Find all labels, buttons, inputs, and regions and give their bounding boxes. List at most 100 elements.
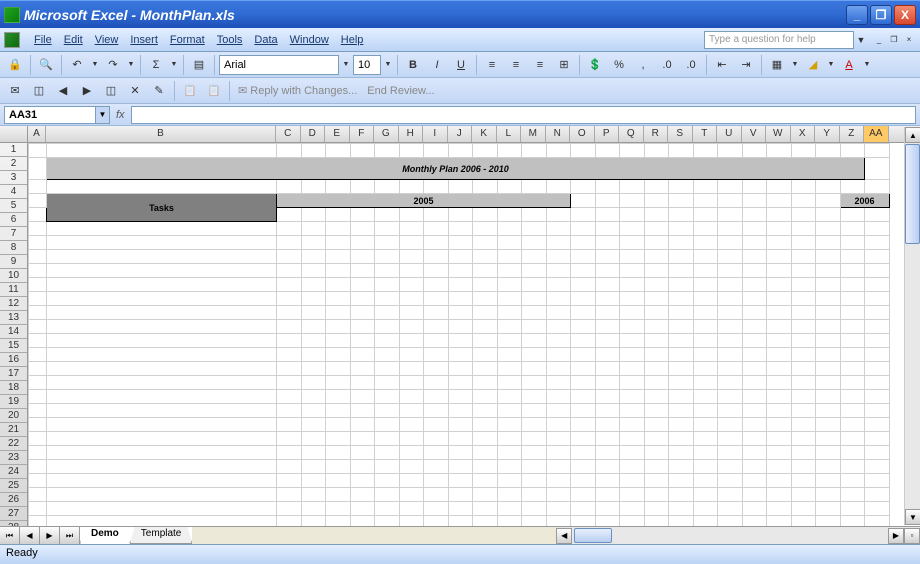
column-header-Z[interactable]: Z (840, 126, 865, 142)
vertical-scrollbar[interactable]: ▲ ▼ (904, 127, 920, 525)
row-header-13[interactable]: 13 (0, 311, 27, 325)
spreadsheet-grid[interactable]: ABCDEFGHIJKLMNOPQRSTUVWXYZAA 12345678910… (0, 126, 920, 526)
column-header-S[interactable]: S (668, 126, 693, 142)
column-header-X[interactable]: X (791, 126, 816, 142)
scroll-up-icon[interactable]: ▲ (905, 127, 920, 143)
undo-dropdown[interactable]: ▼ (90, 61, 100, 68)
row-header-17[interactable]: 17 (0, 367, 27, 381)
column-header-Q[interactable]: Q (619, 126, 644, 142)
namebox-dropdown[interactable]: ▼ (96, 106, 110, 124)
reply-changes-link[interactable]: ✉ Reply with Changes... (234, 84, 361, 97)
menu-help[interactable]: Help (335, 32, 370, 48)
row-header-20[interactable]: 20 (0, 409, 27, 423)
redo-dropdown[interactable]: ▼ (126, 61, 136, 68)
column-header-M[interactable]: M (521, 126, 546, 142)
column-header-C[interactable]: C (276, 126, 301, 142)
row-header-18[interactable]: 18 (0, 381, 27, 395)
font-color-icon[interactable]: A (838, 54, 860, 76)
column-header-V[interactable]: V (742, 126, 767, 142)
row-header-11[interactable]: 11 (0, 283, 27, 297)
next-sheet-icon[interactable]: ▶ (40, 527, 60, 544)
font-name-select[interactable]: Arial (219, 55, 339, 75)
increase-decimal-icon[interactable]: .0 (656, 54, 678, 76)
fill-dropdown[interactable]: ▼ (826, 61, 836, 68)
autosum-dropdown[interactable]: ▼ (169, 61, 179, 68)
workbook-minimize[interactable]: _ (872, 34, 886, 46)
decrease-indent-icon[interactable]: ⇤ (711, 54, 733, 76)
ink-icon[interactable]: ✎ (148, 80, 170, 102)
row-header-8[interactable]: 8 (0, 241, 27, 255)
column-header-P[interactable]: P (595, 126, 620, 142)
font-size-dropdown[interactable]: ▼ (383, 61, 393, 68)
column-header-B[interactable]: B (46, 126, 276, 142)
sheet-tab-template[interactable]: Template (130, 527, 193, 544)
close-button[interactable]: X (894, 5, 916, 25)
row-header-9[interactable]: 9 (0, 255, 27, 269)
maximize-button[interactable]: ❐ (870, 5, 892, 25)
vscroll-thumb[interactable] (905, 144, 920, 244)
borders-icon[interactable]: ▦ (766, 54, 788, 76)
row-header-19[interactable]: 19 (0, 395, 27, 409)
menu-tools[interactable]: Tools (211, 32, 249, 48)
column-header-W[interactable]: W (766, 126, 791, 142)
row-header-15[interactable]: 15 (0, 339, 27, 353)
increase-indent-icon[interactable]: ⇥ (735, 54, 757, 76)
menu-view[interactable]: View (89, 32, 125, 48)
percent-icon[interactable]: % (608, 54, 630, 76)
row-header-26[interactable]: 26 (0, 493, 27, 507)
permission-icon[interactable]: 🔒 (4, 54, 26, 76)
column-header-I[interactable]: I (423, 126, 448, 142)
scroll-down-icon[interactable]: ▼ (905, 509, 920, 525)
menu-data[interactable]: Data (248, 32, 283, 48)
row-header-3[interactable]: 3 (0, 171, 27, 185)
workbook-restore[interactable]: ❐ (887, 34, 901, 46)
font-size-select[interactable]: 10 (353, 55, 381, 75)
menu-format[interactable]: Format (164, 32, 211, 48)
comma-icon[interactable]: , (632, 54, 654, 76)
last-sheet-icon[interactable]: ⏭ (60, 527, 80, 544)
bold-button[interactable]: B (402, 54, 424, 76)
scroll-left-icon[interactable]: ◀ (556, 528, 572, 544)
row-header-16[interactable]: 16 (0, 353, 27, 367)
menu-window[interactable]: Window (284, 32, 335, 48)
merge-center-icon[interactable]: ⊞ (553, 54, 575, 76)
menu-edit[interactable]: Edit (58, 32, 89, 48)
row-header-6[interactable]: 6 (0, 213, 27, 227)
delete-comment-icon[interactable]: ✕ (124, 80, 146, 102)
row-header-24[interactable]: 24 (0, 465, 27, 479)
minimize-button[interactable]: _ (846, 5, 868, 25)
column-header-Y[interactable]: Y (815, 126, 840, 142)
column-header-A[interactable]: A (28, 126, 46, 142)
font-name-dropdown[interactable]: ▼ (341, 61, 351, 68)
next-comment-icon[interactable]: ▶ (76, 80, 98, 102)
show-all-icon[interactable]: ◫ (100, 80, 122, 102)
hscroll-split-icon[interactable]: ▫ (904, 528, 920, 544)
formula-input[interactable] (131, 106, 916, 124)
italic-button[interactable]: I (426, 54, 448, 76)
row-header-7[interactable]: 7 (0, 227, 27, 241)
menu-file[interactable]: File (28, 32, 58, 48)
hscroll-thumb[interactable] (574, 528, 612, 543)
align-center-icon[interactable]: ≡ (505, 54, 527, 76)
column-header-G[interactable]: G (374, 126, 399, 142)
workbook-close[interactable]: × (902, 34, 916, 46)
update-file-icon[interactable]: 📋 (179, 80, 201, 102)
column-header-F[interactable]: F (350, 126, 375, 142)
redo-icon[interactable]: ↷ (102, 54, 124, 76)
row-header-5[interactable]: 5 (0, 199, 27, 213)
new-comment-icon[interactable]: ✉ (4, 80, 26, 102)
row-header-25[interactable]: 25 (0, 479, 27, 493)
undo-icon[interactable]: ↶ (66, 54, 88, 76)
borders-dropdown[interactable]: ▼ (790, 61, 800, 68)
menu-insert[interactable]: Insert (124, 32, 164, 48)
row-header-4[interactable]: 4 (0, 185, 27, 199)
row-header-22[interactable]: 22 (0, 437, 27, 451)
sheet-tab-demo[interactable]: Demo (80, 527, 130, 544)
fontcolor-dropdown[interactable]: ▼ (862, 61, 872, 68)
print-preview-icon[interactable]: 🔍 (35, 54, 57, 76)
prev-comment-icon[interactable]: ◀ (52, 80, 74, 102)
row-header-28[interactable]: 28 (0, 521, 27, 526)
column-header-H[interactable]: H (399, 126, 424, 142)
column-header-J[interactable]: J (448, 126, 473, 142)
decrease-decimal-icon[interactable]: .0 (680, 54, 702, 76)
